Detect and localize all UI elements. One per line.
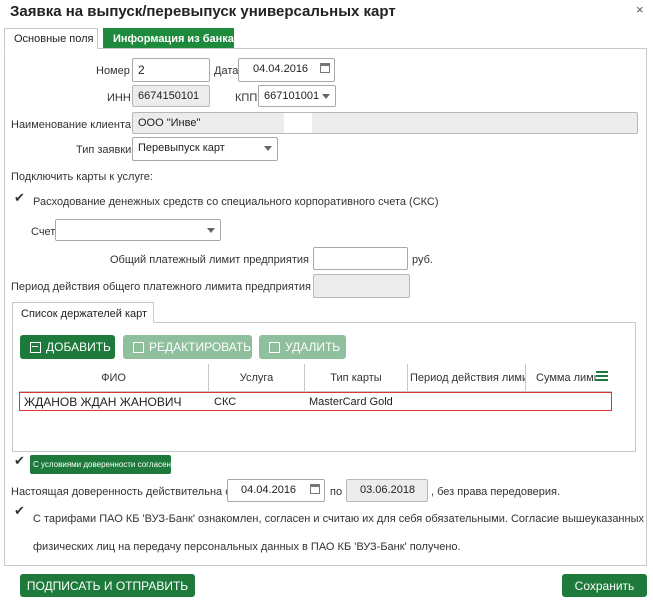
date-value: 04.04.2016 (253, 63, 309, 75)
row-fio: ЖДАНОВ ЖДАН ЖАНОВИЧ (24, 394, 182, 409)
valid-from-input[interactable]: 04.04.2016 (227, 479, 325, 502)
delete-icon (269, 341, 280, 353)
columns-menu-icon[interactable] (596, 371, 608, 383)
edit-icon (133, 341, 144, 353)
valid-to-field: 03.06.2018 (346, 479, 428, 502)
connect-heading: Подключить карты к услуге: (11, 171, 153, 183)
account-select[interactable] (55, 219, 221, 241)
limit-unit: руб. (412, 254, 433, 266)
kpp-value: 667101001 (264, 90, 320, 102)
column-limit-period[interactable]: Период действия лими (408, 364, 526, 391)
window-title: Заявка на выпуск/перевыпуск универсальны… (10, 3, 396, 20)
row-service: СКС (214, 395, 237, 408)
limit-label: Общий платежный лимит предприятия (110, 254, 309, 266)
save-button[interactable]: Сохранить (562, 574, 647, 597)
date-input[interactable]: 04.04.2016 (238, 58, 335, 82)
sks-checkbox[interactable]: ✔ (14, 190, 25, 206)
number-input[interactable]: 2 (132, 58, 210, 82)
chevron-down-icon (322, 94, 330, 99)
proxy-agree-checkbox[interactable]: ✔ (14, 453, 25, 469)
request-type-label: Тип заявки (76, 144, 132, 156)
client-name-label: Наименование клиента (11, 119, 132, 131)
valid-from-value: 04.04.2016 (241, 484, 297, 496)
row-period (409, 393, 527, 410)
period-field[interactable] (313, 274, 410, 298)
proxy-terms-button[interactable]: С условиями доверенности согласен (30, 455, 171, 474)
request-type-select[interactable]: Перевыпуск карт (132, 137, 278, 161)
add-holder-button[interactable]: ДОБАВИТЬ (20, 335, 115, 359)
edit-holder-button[interactable]: РЕДАКТИРОВАТЬ (123, 335, 252, 359)
delete-holder-button[interactable]: УДАЛИТЬ (259, 335, 346, 359)
chevron-down-icon (264, 146, 272, 151)
add-button-label: ДОБАВИТЬ (46, 340, 111, 354)
add-icon (30, 341, 41, 353)
tariffs-text-line-2: физических лиц на передачу персональных … (33, 541, 461, 553)
sign-and-send-button[interactable]: ПОДПИСАТЬ И ОТПРАВИТЬ (20, 574, 195, 597)
edit-button-label: РЕДАКТИРОВАТЬ (149, 340, 252, 354)
chevron-down-icon (207, 228, 215, 233)
number-label: Номер (96, 65, 130, 77)
holders-grid-header: ФИО Услуга Тип карты Период действия лим… (19, 364, 612, 392)
sks-checkbox-label: Расходование денежных средств со специал… (33, 196, 439, 208)
calendar-icon[interactable] (310, 484, 320, 494)
date-label: Дата (214, 65, 239, 77)
proxy-to-label: по (330, 486, 343, 498)
column-limit-sum-label: Сумма лимит (536, 371, 605, 384)
column-service[interactable]: Услуга (209, 364, 305, 391)
request-type-value: Перевыпуск карт (138, 142, 225, 154)
tab-main-fields[interactable]: Основные поля (4, 28, 98, 49)
proxy-suffix: , без права передоверия. (431, 486, 561, 498)
client-name-field: ООО "Инве" (132, 112, 638, 134)
table-row[interactable]: ЖДАНОВ ЖДАН ЖАНОВИЧ СКС MasterCard Gold (19, 392, 612, 411)
period-label: Период действия общего платежного лимита… (11, 281, 311, 293)
tariffs-checkbox[interactable]: ✔ (14, 503, 25, 519)
row-card-type: MasterCard Gold (309, 395, 393, 408)
calendar-icon[interactable] (320, 63, 330, 73)
delete-button-label: УДАЛИТЬ (285, 340, 341, 354)
tab-bank-info[interactable]: Информация из банка (103, 28, 234, 49)
kpp-label: КПП (235, 92, 258, 104)
inn-field: 6674150101 (132, 85, 210, 107)
inn-label: ИНН (107, 92, 131, 104)
tab-card-holders[interactable]: Список держателей карт (12, 302, 154, 323)
client-name-value: ООО "Инве" (138, 117, 201, 129)
proxy-valid-label: Настоящая доверенность действительна с (11, 486, 231, 498)
column-limit-sum[interactable]: Сумма лимит (526, 364, 612, 391)
account-label: Счет (31, 226, 56, 238)
tariffs-text-line-1: С тарифами ПАО КБ 'ВУЗ-Банк' ознакомлен,… (33, 513, 644, 525)
column-fio[interactable]: ФИО (19, 364, 209, 391)
kpp-select[interactable]: 667101001 (258, 85, 336, 107)
close-icon[interactable]: × (636, 2, 644, 17)
limit-input[interactable] (313, 247, 408, 270)
redacted-block (284, 113, 312, 133)
row-sum (527, 393, 611, 410)
column-card-type[interactable]: Тип карты (305, 364, 408, 391)
